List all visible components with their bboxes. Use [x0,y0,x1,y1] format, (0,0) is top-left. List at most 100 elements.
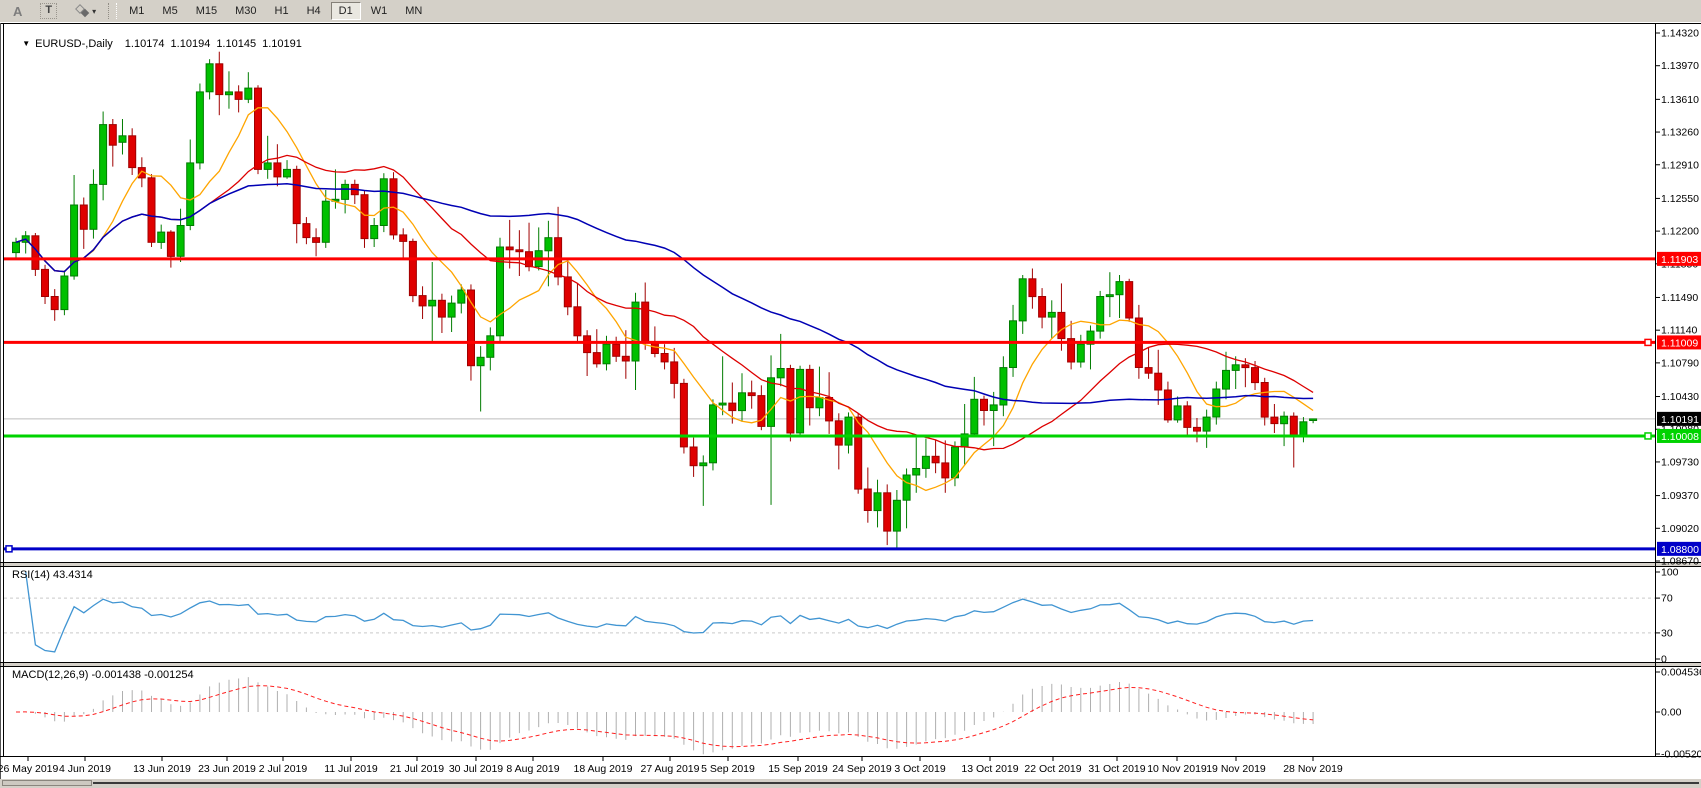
candle [61,270,68,315]
price-tick-label: 1.12550 [1661,193,1699,205]
timeframe-button-h4[interactable]: H4 [299,2,329,20]
price-tick-label: 1.10430 [1661,391,1699,403]
line-handle[interactable] [6,546,12,552]
text-label-tool-button[interactable]: T [32,2,65,20]
ohlc-close: 1.10191 [262,38,302,50]
text-tool-icon: T [40,3,57,19]
chart-symbol-label: EURUSD-,Daily [35,38,113,50]
shapes-tool-button[interactable]: ▾ [67,2,104,20]
candle [380,173,387,232]
line-handle[interactable] [1645,433,1651,439]
candle [1097,291,1104,339]
date-tick-label: 31 Oct 2019 [1088,763,1145,775]
date-tick-label: 26 May 2019 [0,763,59,775]
date-tick-label: 19 Nov 2019 [1206,763,1266,775]
date-tick-label: 15 Sep 2019 [768,763,828,775]
scrollbar-track[interactable] [93,782,1699,784]
macd-tick-label: -0.005205 [1661,749,1701,761]
candle [497,238,504,343]
ohlc-low: 1.10145 [216,38,256,50]
candle [196,84,203,170]
macd-tick-label: 0.00 [1661,707,1682,719]
horizontal-scrollbar [0,779,1701,788]
candle [32,233,39,276]
svg-text:1.08800: 1.08800 [1661,544,1699,556]
chart-dropdown-icon[interactable]: ▼ [22,39,30,48]
svg-text:1.11903: 1.11903 [1661,254,1698,266]
candle [409,239,416,303]
level-price-badge: 1.11009 [1657,335,1701,349]
shapes-icon [75,4,90,18]
arrow-text-tool-button[interactable]: A [5,2,30,20]
date-tick-label: 13 Oct 2019 [961,763,1018,775]
timeframe-button-m30[interactable]: M30 [227,2,264,20]
price-tick-label: 1.09020 [1661,523,1699,535]
price-tick-label: 1.13260 [1661,127,1699,139]
level-price-badge: 1.08800 [1657,542,1701,556]
candle [787,365,794,442]
price-tick-label: 1.10790 [1661,357,1699,369]
price-tick-label: 1.12200 [1661,226,1699,238]
timeframe-button-m15[interactable]: M15 [188,2,225,20]
date-tick-label: 24 Sep 2019 [832,763,892,775]
svg-text:1.11009: 1.11009 [1661,337,1698,349]
rsi-tick-label: 100 [1661,567,1679,579]
date-tick-label: 5 Sep 2019 [701,763,755,775]
timeframe-button-d1[interactable]: D1 [331,2,361,20]
date-tick-label: 10 Nov 2019 [1147,763,1207,775]
date-tick-label: 30 Jul 2019 [449,763,503,775]
timeframe-button-m1[interactable]: M1 [121,2,152,20]
price-tick-label: 1.12910 [1661,159,1699,171]
price-tick-label: 1.09730 [1661,456,1699,468]
level-price-badge: 1.11903 [1657,252,1701,266]
date-tick-label: 8 Aug 2019 [506,763,559,775]
timeframe-button-m5[interactable]: M5 [154,2,185,20]
price-tick-label: 1.09370 [1661,490,1699,502]
toolbar: AT ▾ M1M5M15M30H1H4D1W1MN [0,0,1701,22]
candle [129,128,136,175]
price-tick-label: 1.13970 [1661,60,1699,72]
timeframe-button-h1[interactable]: H1 [267,2,297,20]
rsi-tick-label: 0 [1661,654,1667,666]
toolbar-separator [108,3,117,19]
bid-price-badge: 1.10191 [1657,412,1701,426]
level-price-badge: 1.10008 [1657,429,1701,443]
date-tick-label: 13 Jun 2019 [133,763,191,775]
chart-canvas: 1.14320 1.13970 1.13610 1.13260 1.12910 1.125… [0,22,1701,788]
price-tick-label: 1.14320 [1661,28,1699,40]
chevron-down-icon: ▾ [92,7,96,16]
chart-title: ▼ EURUSD-,Daily 1.10174 1.10194 1.10145 1.101… [10,26,308,62]
date-tick-label: 18 Aug 2019 [574,763,633,775]
ohlc-high: 1.10194 [171,38,211,50]
candle [148,174,155,247]
date-tick-label: 4 Jun 2019 [59,763,111,775]
svg-text:1.10008: 1.10008 [1661,431,1699,443]
date-tick-label: 21 Jul 2019 [390,763,444,775]
timeframe-button-w1[interactable]: W1 [363,2,396,20]
price-tick-label: 1.13610 [1661,94,1699,106]
line-handle[interactable] [1645,339,1651,345]
price-tick-label: 1.11490 [1661,292,1698,304]
candle [255,85,262,174]
date-tick-label: 2 Jul 2019 [259,763,308,775]
timeframe-button-mn[interactable]: MN [397,2,430,20]
date-tick-label: 22 Oct 2019 [1024,763,1081,775]
price-tick-label: 1.11140 [1661,325,1698,337]
date-tick-label: 11 Jul 2019 [324,763,378,775]
svg-text:1.10191: 1.10191 [1661,414,1699,426]
rsi-tick-label: 70 [1661,593,1673,605]
date-tick-label: 23 Jun 2019 [198,763,256,775]
candle [797,366,804,437]
rsi-tick-label: 30 [1661,627,1673,639]
date-tick-label: 28 Nov 2019 [1283,763,1343,775]
macd-indicator-label: MACD(12,26,9) -0.001438 -0.001254 [12,669,194,681]
candle [390,172,397,239]
scrollbar-thumb[interactable] [2,780,92,786]
candle [1126,279,1133,322]
candle [680,379,687,454]
rsi-indicator-label: RSI(14) 43.4314 [12,569,93,581]
ohlc-open: 1.10174 [125,38,165,50]
chart-window: 1.14320 1.13970 1.13610 1.13260 1.12910 1.125… [0,22,1701,788]
macd-tick-label: 0.004536 [1661,667,1701,679]
date-tick-label: 3 Oct 2019 [894,763,946,775]
